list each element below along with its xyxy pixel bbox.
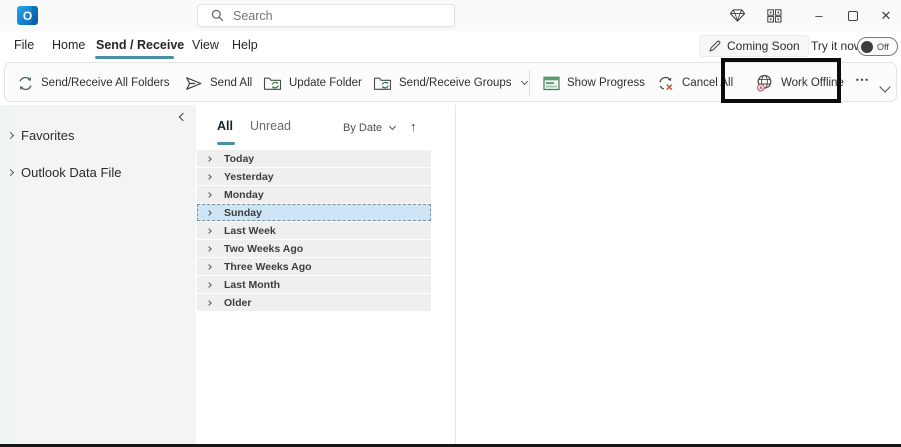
tab-view[interactable]: View bbox=[192, 38, 219, 52]
group-label: Two Weeks Ago bbox=[224, 243, 303, 255]
close-icon[interactable]: ✕ bbox=[872, 3, 900, 28]
group-label: Older bbox=[224, 297, 251, 309]
tab-help[interactable]: Help bbox=[232, 38, 258, 52]
group-label: Last Week bbox=[224, 225, 276, 237]
sidebar-item-favorites[interactable]: Favorites bbox=[8, 128, 74, 143]
collapse-folder-pane-button[interactable] bbox=[176, 110, 190, 124]
button-label: Cancel All bbox=[682, 77, 733, 89]
button-label: Work Offline bbox=[781, 77, 844, 89]
sync-icon bbox=[17, 75, 34, 92]
search-icon bbox=[211, 9, 224, 22]
tab-send-receive[interactable]: Send / Receive bbox=[96, 38, 184, 52]
layout-grid-icon[interactable] bbox=[760, 3, 788, 28]
chevron-right-icon bbox=[7, 169, 14, 176]
send-receive-all-folders-button[interactable]: Send/Receive All Folders bbox=[17, 67, 169, 99]
maximize-icon[interactable] bbox=[839, 3, 867, 28]
folder-pane: Favorites Outlook Data File bbox=[0, 105, 196, 444]
chevron-left-icon bbox=[179, 113, 187, 121]
chevron-right-icon bbox=[206, 210, 212, 216]
tab-all[interactable]: All bbox=[217, 119, 233, 133]
chevron-right-icon bbox=[206, 246, 212, 252]
progress-window-icon bbox=[543, 76, 560, 91]
ribbon: Send/Receive All Folders Send All Update… bbox=[4, 62, 897, 102]
globe-offline-icon bbox=[755, 74, 774, 92]
group-label: Yesterday bbox=[224, 171, 274, 183]
button-label: Send/Receive All Folders bbox=[41, 77, 169, 89]
coming-soon-toggle[interactable]: Off bbox=[857, 37, 898, 56]
sidebar-item-label: Favorites bbox=[21, 128, 74, 143]
outlook-logo-icon: O bbox=[17, 6, 38, 25]
sort-by-label: By Date bbox=[343, 122, 382, 134]
group-row-sunday[interactable]: Sunday bbox=[197, 204, 431, 221]
pen-icon bbox=[708, 40, 721, 53]
active-filter-underline bbox=[217, 142, 235, 145]
sort-by-dropdown[interactable]: By Date bbox=[343, 122, 395, 134]
send-receive-groups-button[interactable]: Send/Receive Groups bbox=[373, 67, 527, 99]
folder-sync-icon bbox=[263, 75, 282, 91]
search-box[interactable] bbox=[197, 4, 455, 27]
tab-home[interactable]: Home bbox=[52, 38, 85, 52]
cancel-all-button[interactable]: Cancel All bbox=[657, 67, 733, 99]
show-progress-button[interactable]: Show Progress bbox=[543, 67, 645, 99]
group-row-yesterday[interactable]: Yesterday bbox=[197, 168, 431, 185]
coming-soon-label: Coming Soon bbox=[727, 39, 800, 53]
message-list-panel: All Unread By Date ↑ Today Yesterday Mon… bbox=[196, 105, 455, 444]
chevron-right-icon bbox=[206, 228, 212, 234]
chevron-right-icon bbox=[7, 132, 14, 139]
coming-soon-button[interactable]: Coming Soon bbox=[699, 35, 809, 57]
group-label: Three Weeks Ago bbox=[224, 261, 312, 273]
collapse-ribbon-chevron-icon[interactable] bbox=[879, 81, 890, 92]
group-row-older[interactable]: Older bbox=[197, 294, 431, 311]
group-row-last-month[interactable]: Last Month bbox=[197, 276, 431, 293]
sort-direction-button[interactable]: ↑ bbox=[410, 119, 417, 134]
chevron-right-icon bbox=[206, 174, 212, 180]
tab-file[interactable]: File bbox=[14, 38, 34, 52]
group-row-three-weeks-ago[interactable]: Three Weeks Ago bbox=[197, 258, 431, 275]
group-row-today[interactable]: Today bbox=[197, 150, 431, 167]
send-icon bbox=[185, 76, 203, 91]
minimize-icon[interactable]: – bbox=[805, 3, 833, 28]
reading-pane bbox=[456, 105, 901, 444]
group-label: Today bbox=[224, 153, 254, 165]
cancel-sync-icon bbox=[657, 75, 675, 91]
search-input[interactable] bbox=[233, 9, 423, 23]
sidebar-item-outlook-data-file[interactable]: Outlook Data File bbox=[8, 165, 121, 180]
toggle-state-label: Off bbox=[877, 42, 889, 52]
toggle-knob bbox=[861, 41, 873, 53]
sidebar-item-label: Outlook Data File bbox=[21, 165, 121, 180]
outlook-window: O – bbox=[0, 0, 901, 447]
button-label: Show Progress bbox=[567, 77, 645, 89]
chevron-right-icon bbox=[206, 156, 212, 162]
button-label: Send All bbox=[210, 77, 252, 89]
try-it-now-label: Try it now bbox=[811, 39, 863, 53]
message-group-list: Today Yesterday Monday Sunday Last Week … bbox=[197, 150, 433, 312]
chevron-down-icon bbox=[520, 78, 527, 85]
group-label: Last Month bbox=[224, 279, 280, 291]
group-row-monday[interactable]: Monday bbox=[197, 186, 431, 203]
ribbon-divider bbox=[529, 70, 530, 96]
ribbon-tab-bar: File Home Send / Receive View Help Comin… bbox=[0, 31, 901, 62]
more-commands-button[interactable]: ⋯ bbox=[855, 71, 870, 88]
group-label: Sunday bbox=[224, 207, 262, 219]
tab-unread[interactable]: Unread bbox=[250, 119, 291, 133]
group-label: Monday bbox=[224, 189, 264, 201]
update-folder-button[interactable]: Update Folder bbox=[263, 67, 362, 99]
titlebar: O – bbox=[0, 0, 901, 31]
group-row-two-weeks-ago[interactable]: Two Weeks Ago bbox=[197, 240, 431, 257]
chevron-down-icon bbox=[389, 123, 396, 130]
folder-sync-icon bbox=[373, 75, 392, 91]
button-label: Send/Receive Groups bbox=[399, 77, 512, 89]
chevron-right-icon bbox=[206, 264, 212, 270]
active-tab-underline bbox=[95, 56, 174, 59]
chevron-right-icon bbox=[206, 300, 212, 306]
chevron-right-icon bbox=[206, 192, 212, 198]
button-label: Update Folder bbox=[289, 77, 362, 89]
chevron-right-icon bbox=[206, 282, 212, 288]
send-all-button[interactable]: Send All bbox=[185, 67, 252, 99]
gem-icon[interactable] bbox=[723, 3, 751, 28]
work-offline-button[interactable]: Work Offline bbox=[755, 67, 844, 99]
group-row-last-week[interactable]: Last Week bbox=[197, 222, 431, 239]
